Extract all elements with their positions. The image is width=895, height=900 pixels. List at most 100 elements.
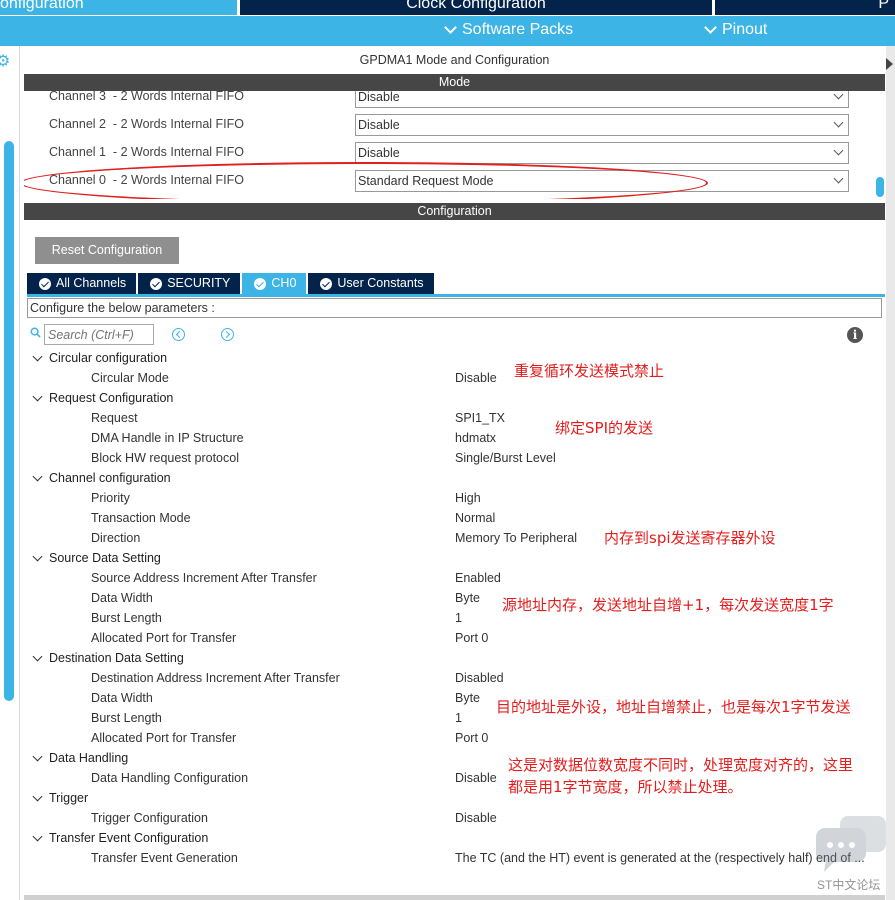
param-name: Trigger Configuration — [91, 811, 208, 825]
chevron-right-icon[interactable] — [221, 328, 234, 341]
param-name: Burst Length — [91, 611, 162, 625]
param-row[interactable]: Allocated Port for Transfer Port 0 — [24, 628, 885, 648]
search-input[interactable] — [44, 324, 154, 345]
param-value[interactable]: 1 — [455, 708, 462, 728]
annotation-direction: 内存到spi发送寄存器外设 — [604, 529, 776, 547]
chevron-down-icon — [833, 173, 844, 184]
tree-group-destination[interactable]: Destination Data Setting — [24, 648, 885, 668]
param-value[interactable]: Disable — [455, 368, 497, 388]
tab-pinout-configuration[interactable]: onfiguration — [0, 0, 237, 15]
chevron-left-icon[interactable] — [172, 328, 185, 341]
tab-user-constants[interactable]: User Constants — [308, 273, 434, 294]
chevron-down-icon — [704, 21, 717, 34]
param-name: Transfer Event Generation — [91, 851, 238, 865]
group-label: Destination Data Setting — [49, 651, 184, 665]
tree-group-channel[interactable]: Channel configuration — [24, 468, 885, 488]
check-circle-icon — [150, 277, 163, 290]
group-label: Circular configuration — [49, 351, 168, 365]
param-value[interactable]: Port 0 — [455, 728, 488, 748]
param-value[interactable]: Disable — [455, 808, 497, 828]
config-tabs: All Channels SECURITY CH0 User Constants — [27, 273, 434, 294]
pinout-menu[interactable]: Pinout — [704, 21, 767, 39]
param-name: Circular Mode — [91, 371, 169, 385]
mode-select-channel1[interactable]: Disable — [355, 142, 849, 164]
tab-clock-label: Clock Configuration — [406, 0, 546, 12]
group-label: Source Data Setting — [49, 551, 161, 565]
param-row[interactable]: Block HW request protocol Single/Burst Le… — [24, 448, 885, 468]
param-row[interactable]: Transaction Mode Normal — [24, 508, 885, 528]
tree-group-trigger[interactable]: Trigger — [24, 788, 885, 808]
param-value[interactable]: SPI1_TX — [455, 408, 505, 428]
param-row[interactable]: Transfer Event Generation The TC (and the… — [24, 848, 885, 868]
check-circle-icon — [39, 277, 51, 290]
param-value[interactable]: Single/Burst Level — [455, 448, 556, 468]
gear-icon[interactable]: ⚙ — [0, 51, 10, 71]
param-value[interactable]: Byte — [455, 688, 480, 708]
param-row[interactable]: Destination Address Increment After Tran… — [24, 668, 885, 688]
annotation-request: 绑定SPI的发送 — [555, 419, 653, 437]
chevron-down-icon[interactable] — [32, 791, 43, 802]
mode-select-channel3[interactable]: Disable — [355, 91, 849, 108]
param-value[interactable]: High — [455, 488, 481, 508]
param-name: Allocated Port for Transfer — [91, 631, 237, 645]
param-name: Burst Length — [91, 711, 162, 725]
tab-clock-configuration[interactable]: Clock Configuration — [240, 0, 712, 15]
mode-select-channel2[interactable]: Disable — [355, 114, 849, 136]
tree-group-request[interactable]: Request Configuration — [24, 388, 885, 408]
tree-group-circular[interactable]: Circular configuration — [24, 348, 885, 368]
info-icon[interactable]: i — [847, 327, 863, 343]
mode-area: Channel 3 - 2 Words Internal FIFO Disabl… — [24, 91, 885, 199]
tree-group-source[interactable]: Source Data Setting — [24, 548, 885, 568]
param-value[interactable]: 1 — [455, 608, 462, 628]
chevron-down-icon[interactable] — [32, 651, 43, 662]
right-collapse-strip — [886, 46, 895, 900]
param-value[interactable]: Enabled — [455, 568, 501, 588]
chevron-down-icon[interactable] — [32, 831, 43, 842]
chevron-down-icon[interactable] — [32, 391, 43, 402]
param-value[interactable]: hdmatx — [455, 428, 496, 448]
param-row[interactable]: DMA Handle in IP Structure hdmatx — [24, 428, 885, 448]
param-name: Data Handling Configuration — [91, 771, 249, 785]
param-row[interactable]: Priority High — [24, 488, 885, 508]
tab-pinout-label: onfiguration — [0, 0, 84, 12]
param-row[interactable]: Request SPI1_TX — [24, 408, 885, 428]
chevron-down-icon — [833, 145, 844, 156]
chevron-down-icon — [444, 21, 457, 34]
mode-row-channel2: Channel 2 - 2 Words Internal FIFO Disabl… — [24, 113, 874, 137]
chevron-down-icon — [833, 91, 844, 100]
param-value[interactable]: Byte — [455, 588, 480, 608]
reset-configuration-button[interactable]: Reset Configuration — [35, 237, 179, 264]
tree-group-transfer-event[interactable]: Transfer Event Configuration — [24, 828, 885, 848]
param-value[interactable]: Disable — [455, 768, 497, 788]
param-row[interactable]: Source Address Increment After Transfer E… — [24, 568, 885, 588]
group-label: Trigger — [49, 791, 89, 805]
mode-row-label: Channel 2 - 2 Words Internal FIFO — [49, 117, 244, 131]
collapse-arrow-icon[interactable] — [886, 58, 893, 70]
left-scrollbar-track[interactable] — [4, 141, 14, 701]
mode-select-value: Disable — [358, 118, 400, 132]
tab-label: All Channels — [56, 276, 127, 290]
tab-all-channels[interactable]: All Channels — [27, 273, 137, 294]
tab-label: CH0 — [271, 276, 297, 290]
param-name: Data Width — [91, 691, 153, 705]
mode-scrollbar-thumb[interactable] — [876, 177, 884, 197]
group-label: Request Configuration — [49, 391, 174, 405]
tab-security[interactable]: SECURITY — [138, 273, 241, 294]
param-value[interactable]: Normal — [455, 508, 495, 528]
tab-project-manager[interactable]: P — [715, 0, 895, 15]
param-row[interactable]: Circular Mode Disable — [24, 368, 885, 388]
chevron-down-icon[interactable] — [32, 471, 43, 482]
chevron-down-icon[interactable] — [32, 751, 43, 762]
param-value[interactable]: Disabled — [455, 668, 504, 688]
software-packs-menu[interactable]: Software Packs — [444, 21, 573, 39]
annotation-handling-line2: 都是用1字节宽度，所以禁止处理。 — [508, 778, 743, 796]
param-row[interactable]: Trigger Configuration Disable — [24, 808, 885, 828]
mode-section-header: Mode — [24, 74, 885, 91]
tab-ch0[interactable]: CH0 — [242, 273, 307, 294]
param-row[interactable]: Allocated Port for Transfer Port 0 — [24, 728, 885, 748]
param-value[interactable]: Port 0 — [455, 628, 488, 648]
annotation-destination: 目的地址是外设，地址自增禁止，也是每次1字节发送 — [496, 698, 851, 716]
chevron-down-icon[interactable] — [32, 551, 43, 562]
chevron-down-icon[interactable] — [32, 351, 43, 362]
param-value[interactable]: Memory To Peripheral — [455, 528, 577, 548]
